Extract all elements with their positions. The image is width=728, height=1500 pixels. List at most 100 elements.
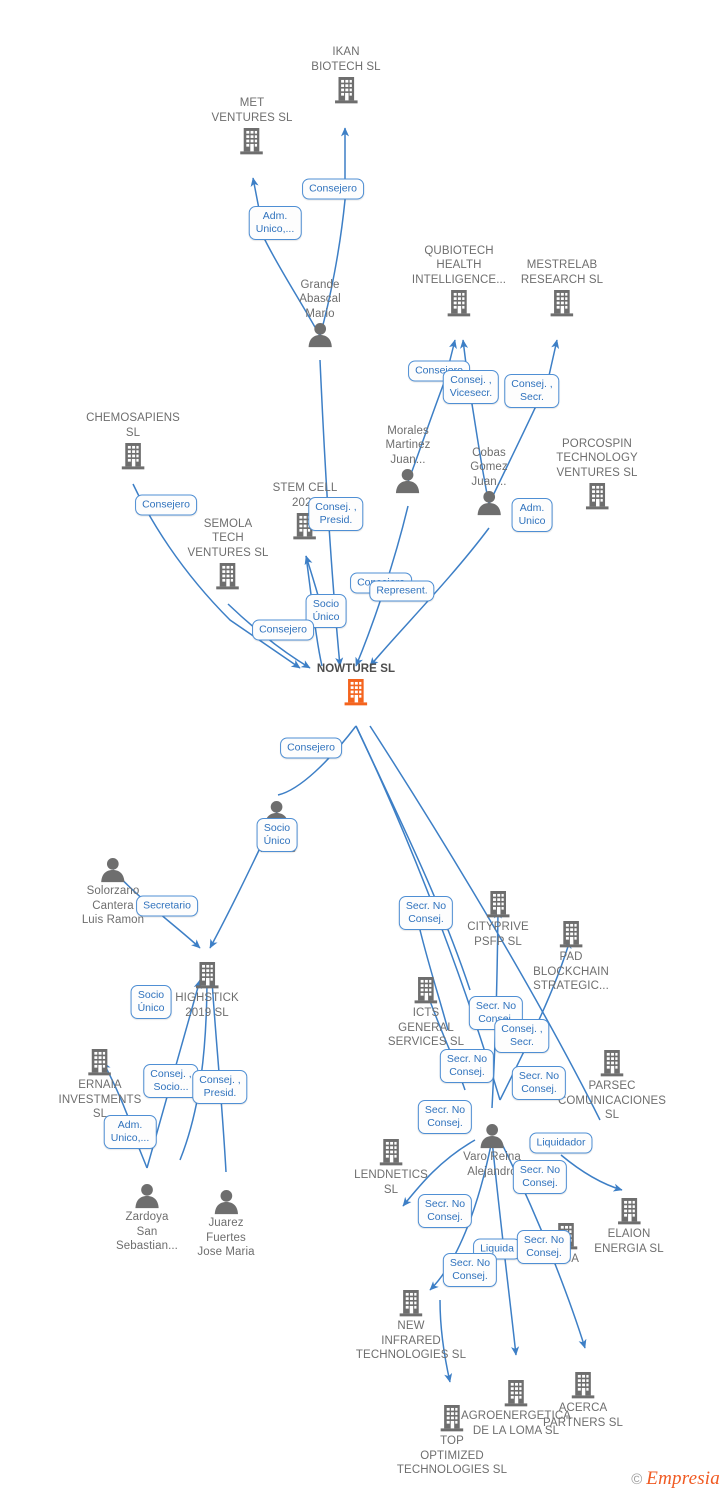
node-label: CITYPRIVE PSFP SL: [467, 921, 529, 948]
node-label: NEW INFRARED TECHNOLOGIES SL: [355, 1320, 467, 1361]
graph-node-company[interactable]: NEW INFRARED TECHNOLOGIES SL: [356, 1288, 466, 1363]
node-label: Morales Martinez Juan...: [385, 424, 431, 466]
graph-node-company[interactable]: PAD BLOCKCHAIN STRATEGIC...: [533, 919, 609, 994]
graph-node-company[interactable]: LENDNETICS SL: [354, 1137, 428, 1197]
company-building-icon: [311, 75, 380, 105]
graph-node-person[interactable]: Zardoya San Sebastian...: [116, 1183, 178, 1254]
empresia-brand-text: Empresia: [646, 1468, 720, 1489]
graph-node-company[interactable]: CITYPRIVE PSFP SL: [467, 889, 529, 949]
node-label: Juarez Fuertes Jose Maria: [197, 1217, 255, 1258]
node-label: CHEMOSAPIENS SL: [86, 412, 180, 439]
graph-node-person[interactable]: Morales Martinez Juan...: [386, 424, 431, 495]
node-label: Zardoya San Sebastian...: [116, 1211, 178, 1252]
graph-edge: [355, 725, 471, 991]
node-label: NOWTURE SL: [316, 662, 396, 675]
graph-node-company[interactable]: HIGHSTICK 2019 SL: [175, 960, 239, 1020]
person-icon: [82, 857, 144, 883]
relation-badge[interactable]: Secr. No Consej.: [398, 896, 454, 930]
company-building-icon: [354, 1137, 428, 1167]
graph-node-person[interactable]: Solorzano Cantera Luis Ramon: [82, 857, 144, 928]
graph-node-company[interactable]: PARSEC COMUNICACIONES SL: [554, 1048, 670, 1123]
graph-node-company[interactable]: CHEMOSAPIENS SL: [86, 411, 180, 471]
person-icon: [197, 1189, 254, 1215]
graph-node-company[interactable]: IKAN BIOTECH SL: [311, 45, 381, 105]
node-label: ICTS GENERAL SERVICES SL: [387, 1007, 465, 1048]
graph-node-person[interactable]: Juarez Fuertes Jose Maria: [197, 1189, 255, 1260]
node-label: IKAN BIOTECH SL: [311, 46, 381, 73]
empresia-watermark: © Empresia: [631, 1468, 720, 1490]
graph-node-company[interactable]: QUBIOTECH HEALTH INTELLIGENCE...: [412, 244, 506, 319]
relation-badge[interactable]: Socio Único: [130, 985, 172, 1019]
company-building-icon: [317, 677, 395, 707]
relation-badge[interactable]: Consej. , Presid.: [308, 497, 364, 531]
company-building-icon: [388, 975, 464, 1005]
node-label: SEMOLA TECH VENTURES SL: [187, 517, 269, 559]
node-label: PORCOSPIN TECHNOLOGY VENTURES SL: [556, 437, 638, 479]
node-label: HIGHSTICK 2019 SL: [175, 992, 239, 1019]
person-icon: [299, 322, 341, 348]
relation-badge[interactable]: Secr. No Consej.: [442, 1253, 498, 1287]
company-building-icon: [175, 960, 239, 990]
graph-node-company[interactable]: ACERCA PARTNERS SL: [543, 1370, 623, 1430]
graph-node-company[interactable]: MET VENTURES SL: [212, 96, 293, 156]
relation-badge[interactable]: Liquidador: [529, 1132, 593, 1154]
relation-badge[interactable]: Secr. No Consej.: [417, 1194, 473, 1228]
relation-badge[interactable]: Consej. , Vicesecr.: [442, 370, 500, 404]
graph-node-company[interactable]: ELAION ENERGIA SL: [594, 1196, 664, 1256]
relation-badge[interactable]: Secr. No Consej.: [516, 1230, 572, 1264]
graph-node-company[interactable]: MESTRELAB RESEARCH SL: [521, 258, 603, 318]
graph-edge: [277, 725, 357, 796]
network-graph-canvas[interactable]: IKAN BIOTECH SL MET VENTURES SL QUBIOTECH …: [0, 0, 728, 1500]
graph-node-company[interactable]: ICTS GENERAL SERVICES SL: [388, 975, 464, 1050]
person-icon: [116, 1183, 178, 1209]
company-building-icon: [212, 126, 293, 156]
node-label: TOP OPTIMIZED TECHNOLOGIES SL: [396, 1435, 508, 1476]
relation-badge[interactable]: Consejero: [252, 619, 314, 641]
node-label: ACERCA PARTNERS SL: [543, 1402, 623, 1429]
company-building-icon: [543, 1370, 623, 1400]
relation-badge[interactable]: Consej. , Presid.: [192, 1070, 248, 1104]
relation-badge[interactable]: Adm. Unico,...: [248, 206, 302, 240]
company-building-icon: [594, 1196, 663, 1226]
graph-edge: [560, 1154, 623, 1192]
copyright-symbol: ©: [631, 1470, 643, 1488]
relation-badge[interactable]: Consej. , Secr.: [504, 374, 560, 408]
company-building-icon: [467, 889, 529, 919]
relation-badge[interactable]: Represent.: [369, 580, 435, 602]
company-building-icon: [86, 441, 180, 471]
graph-node-company[interactable]: SEMOLA TECH VENTURES SL: [188, 517, 269, 592]
relation-badge[interactable]: Secr. No Consej.: [511, 1066, 567, 1100]
graph-edges-layer: [102, 127, 623, 1383]
company-building-icon: [554, 1048, 670, 1078]
graph-node-company[interactable]: PORCOSPIN TECHNOLOGY VENTURES SL: [556, 437, 638, 512]
node-label: PARSEC COMUNICACIONES SL: [557, 1080, 667, 1121]
relation-badge[interactable]: Secr. No Consej.: [439, 1049, 495, 1083]
node-label: LENDNETICS SL: [354, 1169, 428, 1196]
graph-node-center[interactable]: NOWTURE SL: [317, 662, 395, 708]
relation-badge[interactable]: Secr. No Consej.: [417, 1100, 473, 1134]
relation-badge[interactable]: Secr. No Consej.: [512, 1160, 568, 1194]
company-building-icon: [533, 919, 609, 949]
relation-badge[interactable]: Consejero: [280, 737, 342, 759]
node-label: Grande Abascal Mario: [299, 278, 341, 320]
graph-node-company[interactable]: ERNAIA INVESTMENTS SL: [59, 1047, 142, 1122]
graph-node-person[interactable]: Cobas Gomez Juan...: [470, 446, 508, 517]
company-building-icon: [521, 288, 603, 318]
node-label: PAD BLOCKCHAIN STRATEGIC...: [533, 951, 609, 992]
person-icon: [386, 468, 431, 494]
graph-node-person[interactable]: Grande Abascal Mario: [299, 278, 341, 349]
relation-badge[interactable]: Consejero: [302, 178, 364, 200]
relation-badge[interactable]: Adm. Unico,...: [103, 1115, 157, 1149]
relation-badge[interactable]: Adm. Unico: [511, 498, 553, 532]
node-label: Solorzano Cantera Luis Ramon: [81, 885, 145, 926]
company-building-icon: [59, 1047, 142, 1077]
company-building-icon: [188, 561, 269, 591]
relation-badge[interactable]: Socio Único: [256, 818, 298, 852]
relation-badge[interactable]: Consej. , Secr.: [494, 1019, 550, 1053]
company-building-icon: [356, 1288, 466, 1318]
relation-badge[interactable]: Consej. , Socio...: [143, 1064, 199, 1098]
node-label: MESTRELAB RESEARCH SL: [520, 259, 604, 286]
node-label: MET VENTURES SL: [211, 97, 293, 124]
relation-badge[interactable]: Consejero: [135, 494, 197, 516]
relation-badge[interactable]: Secretario: [136, 895, 198, 917]
